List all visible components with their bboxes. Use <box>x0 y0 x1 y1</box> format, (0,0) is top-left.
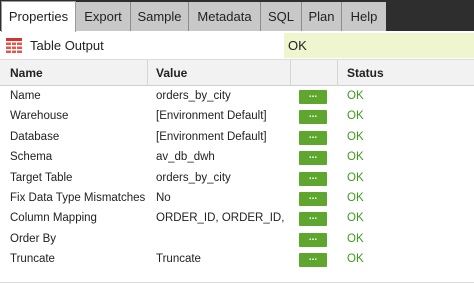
property-value: [Environment Default] <box>156 130 267 143</box>
property-value: orders_by_city <box>156 171 231 184</box>
edit-property-button[interactable]: ... <box>299 212 327 227</box>
tab-plan[interactable]: Plan <box>302 2 342 31</box>
edit-property-button[interactable]: ... <box>299 191 327 206</box>
property-name: Truncate <box>10 253 55 266</box>
property-status: OK <box>347 191 364 204</box>
tab-sample[interactable]: Sample <box>131 2 189 31</box>
component-status: OK <box>288 38 307 53</box>
property-name: Warehouse <box>10 110 69 123</box>
column-header-value: Value <box>156 66 188 80</box>
column-divider <box>290 60 291 86</box>
component-status-area: OK <box>284 33 474 58</box>
table-row: Order By ... OK <box>0 229 474 249</box>
column-header-name: Name <box>10 66 43 80</box>
table-header: Name Value Status <box>0 59 474 86</box>
table-row: Warehouse [Environment Default] ... OK <box>0 106 474 126</box>
column-header-status: Status <box>347 66 384 80</box>
edit-property-button[interactable]: ... <box>299 171 327 186</box>
edit-property-button[interactable]: ... <box>299 130 327 145</box>
table-row: Name orders_by_city ... OK <box>0 86 474 106</box>
tab-properties[interactable]: Properties <box>1 1 76 32</box>
property-status: OK <box>347 130 364 143</box>
tab-sql[interactable]: SQL <box>261 2 302 31</box>
property-name: Database <box>10 130 60 143</box>
component-header: Table Output OK <box>0 33 474 58</box>
property-name: Order By <box>10 232 57 245</box>
properties-table: Name orders_by_city ... OK Warehouse [En… <box>0 86 474 270</box>
edit-property-button[interactable]: ... <box>299 110 327 125</box>
table-row: Column Mapping ORDER_ID, ORDER_ID, O... … <box>0 208 474 228</box>
property-value: av_db_dwh <box>156 151 215 164</box>
property-name: Target Table <box>10 171 73 184</box>
table-row: Fix Data Type Mismatches No ... OK <box>0 188 474 208</box>
property-value: Truncate <box>156 253 201 266</box>
property-name: Schema <box>10 151 53 164</box>
property-status: OK <box>347 110 364 123</box>
table-output-icon <box>5 37 23 54</box>
column-divider <box>147 60 148 86</box>
edit-property-button[interactable]: ... <box>299 232 327 247</box>
property-status: OK <box>347 232 364 245</box>
table-row: Truncate Truncate ... OK <box>0 249 474 269</box>
edit-property-button[interactable]: ... <box>299 151 327 166</box>
tab-bar: Properties Export Sample Metadata SQL Pl… <box>0 0 474 32</box>
property-status: OK <box>347 171 364 184</box>
property-status: OK <box>347 151 364 164</box>
table-row: Database [Environment Default] ... OK <box>0 127 474 147</box>
tab-export[interactable]: Export <box>76 2 131 31</box>
property-name: Name <box>10 90 41 102</box>
property-status: OK <box>347 90 364 102</box>
property-status: OK <box>347 212 364 225</box>
property-value: orders_by_city <box>156 90 231 102</box>
edit-property-button[interactable]: ... <box>299 253 327 268</box>
property-name: Column Mapping <box>10 212 97 225</box>
property-value: [Environment Default] <box>156 110 267 123</box>
table-row: Target Table orders_by_city ... OK <box>0 168 474 188</box>
property-name: Fix Data Type Mismatches <box>10 191 145 204</box>
property-status: OK <box>347 253 364 266</box>
tab-help[interactable]: Help <box>342 2 386 31</box>
component-title-area: Table Output <box>0 33 284 58</box>
tab-metadata[interactable]: Metadata <box>189 2 261 31</box>
edit-property-button[interactable]: ... <box>299 90 327 104</box>
property-value: ORDER_ID, ORDER_ID, O... <box>156 212 284 225</box>
property-value: No <box>156 191 171 204</box>
component-title: Table Output <box>30 38 104 53</box>
table-row: Schema av_db_dwh ... OK <box>0 147 474 167</box>
column-divider <box>337 60 338 86</box>
